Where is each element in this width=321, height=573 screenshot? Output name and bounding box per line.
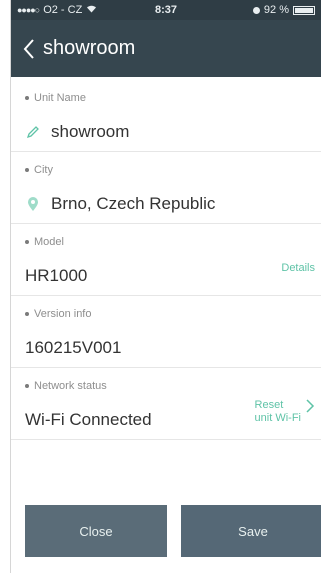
phone-screen: ●●●●○ O2 - CZ 8:37 92 % showroom Unit Na… xyxy=(10,0,321,573)
model-value: HR1000 xyxy=(25,266,87,286)
action-buttons: Close Save xyxy=(25,505,321,557)
field-label: Network status xyxy=(25,380,107,392)
clock: 8:37 xyxy=(154,4,178,16)
unit-name-value[interactable]: showroom xyxy=(51,122,129,142)
version-value: 160215V001 xyxy=(25,338,121,358)
save-button[interactable]: Save xyxy=(181,505,321,557)
model-field: Model HR1000 Details xyxy=(11,224,321,296)
model-value-text: HR1000 xyxy=(25,266,88,285)
network-status-text: Wi-Fi Connected xyxy=(25,410,152,429)
status-bar: ●●●●○ O2 - CZ 8:37 92 % xyxy=(11,0,321,20)
version-value-text: 160215V001 xyxy=(25,338,122,357)
reset-link-line2[interactable]: unit Wi-Fi xyxy=(255,412,301,425)
field-label: Model xyxy=(25,236,64,248)
field-label: City xyxy=(25,164,53,176)
network-status-value: Wi-Fi Connected xyxy=(25,410,152,430)
close-button[interactable]: Close xyxy=(25,505,167,557)
location-pin-icon xyxy=(25,196,41,212)
page-title: showroom xyxy=(43,37,136,59)
reset-link-line1[interactable]: Reset xyxy=(255,399,301,412)
city-value-row[interactable]: Brno, Czech Republic xyxy=(25,194,215,214)
network-status-field: Network status Wi-Fi Connected Reset uni… xyxy=(11,368,321,440)
city-value[interactable]: Brno, Czech Republic xyxy=(51,194,215,214)
battery-icon xyxy=(293,5,315,15)
field-label: Unit Name xyxy=(25,92,86,104)
pencil-icon xyxy=(25,124,41,140)
navigation-bar: showroom xyxy=(11,20,321,77)
city-field[interactable]: City Brno, Czech Republic xyxy=(11,152,321,224)
unit-details: Unit Name showroom City Brno, Czech Repu… xyxy=(11,80,321,440)
unit-name-field[interactable]: Unit Name showroom xyxy=(11,80,321,152)
version-field: Version info 160215V001 xyxy=(11,296,321,368)
chevron-left-icon[interactable] xyxy=(19,35,39,63)
field-label: Version info xyxy=(25,308,91,320)
reset-wifi-link[interactable]: Reset unit Wi-Fi xyxy=(255,399,301,425)
details-link[interactable]: Details xyxy=(281,262,321,274)
unit-name-value-row[interactable]: showroom xyxy=(25,122,129,142)
chevron-right-icon[interactable] xyxy=(305,398,321,418)
